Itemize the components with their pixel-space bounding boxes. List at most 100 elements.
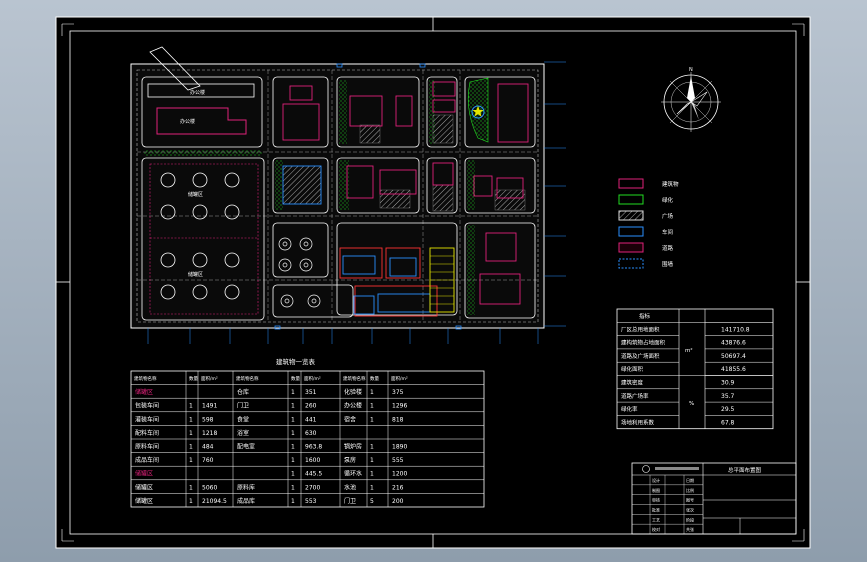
btable-header: 建筑物名称 (343, 375, 366, 382)
stats-row-value: 30.9 (721, 380, 735, 387)
btable-header: 面积/m² (304, 375, 321, 382)
btable-cell: 浴室 (237, 429, 249, 437)
tblock-label: 校对 (652, 526, 660, 532)
office-building-label: 办公楼 (180, 118, 195, 125)
tblock-label: 日期 (686, 477, 694, 483)
tblock-label: 批准 (652, 507, 660, 513)
btable-header: 面积/m² (201, 375, 218, 382)
building-table-title: 建筑物一览表 (276, 357, 316, 366)
btable-cell: 循环水 (344, 470, 362, 478)
btable-cell: 1 (189, 484, 193, 491)
tblock-label: 共张 (686, 526, 694, 532)
btable-cell: 441 (305, 416, 317, 423)
btable-header: 建筑物名称 (134, 375, 157, 382)
north-label: N (689, 67, 693, 73)
stats-row-label: 绿化面积 (621, 365, 644, 373)
btable-cell: 仓库 (237, 388, 249, 396)
btable-cell: 1296 (392, 403, 407, 410)
stats-row-label: 建筑密度 (621, 379, 644, 387)
btable-cell: 1 (189, 403, 193, 410)
stats-row-label: 厂区总用地面积 (621, 325, 660, 333)
legend-label: 围墙 (662, 260, 674, 268)
btable-cell: 484 (202, 444, 214, 451)
tblock-label: 阶段 (686, 516, 694, 522)
btable-cell: 成品车间 (135, 456, 159, 464)
stats-row-value: 67.8 (721, 419, 735, 426)
legend-label: 广场 (662, 212, 674, 220)
legend-label: 建筑物 (662, 180, 679, 188)
cad-drawing-canvas[interactable]: 办公楼 办公楼 储罐区 储罐区 N 建筑物绿化广场车间道路围墙 指标厂区总用地面… (0, 0, 867, 562)
tblock-label: 设计 (652, 477, 660, 483)
btable-cell: 1600 (305, 457, 320, 464)
btable-cell: 原料车间 (135, 443, 159, 451)
btable-cell: 成品库 (237, 497, 255, 505)
btable-cell: 办公楼 (344, 402, 362, 410)
btable-cell: 260 (305, 403, 317, 410)
btable-cell: 5060 (202, 484, 217, 491)
btable-cell: 1 (291, 457, 295, 464)
btable-cell: 760 (202, 457, 214, 464)
tblock-label: 张次 (686, 507, 694, 513)
btable-cell: 配料车间 (135, 429, 159, 437)
stats-header: 指标 (639, 312, 651, 320)
btable-cell: 1 (370, 416, 374, 423)
btable-cell: 门卫 (237, 402, 249, 410)
btable-cell: 1 (291, 498, 295, 505)
btable-header: 数量 (291, 375, 300, 382)
stats-row-label: 绿化率 (621, 405, 638, 413)
btable-header: 面积/m² (391, 375, 408, 382)
btable-cell: 化验楼 (344, 388, 362, 396)
stats-row-value: 141710.8 (721, 326, 750, 333)
btable-cell: 1 (291, 403, 295, 410)
btable-cell: 200 (392, 498, 404, 505)
tblock-label: 审核 (652, 497, 660, 503)
btable-cell: 锅炉房 (344, 443, 362, 451)
stats-row-value: 50697.4 (721, 353, 746, 360)
btable-cell: 1 (291, 430, 295, 437)
btable-cell: 1 (291, 471, 295, 478)
legend-swatch (618, 242, 644, 253)
tank-area-label-2: 储罐区 (188, 271, 203, 278)
title-block-caption: 总平面布置图 (728, 466, 762, 474)
btable-cell: 储罐区 (135, 470, 153, 478)
btable-header: 数量 (370, 375, 379, 382)
btable-cell: 963.8 (305, 444, 322, 451)
btable-cell: 351 (305, 389, 317, 396)
btable-cell: 630 (305, 430, 317, 437)
stats-unit-area: m² (685, 347, 693, 354)
btable-cell: 配电室 (237, 443, 255, 451)
workshop-c1[interactable] (282, 165, 322, 205)
btable-cell: 1 (370, 444, 374, 451)
btable-cell: 1200 (392, 471, 407, 478)
btable-cell: 375 (392, 389, 404, 396)
btable-header: 建筑物名称 (236, 375, 259, 382)
legend-swatch (618, 210, 644, 221)
btable-cell: 553 (305, 498, 317, 505)
btable-cell: 598 (202, 416, 214, 423)
stats-row-label: 建构筑物占地面积 (621, 339, 666, 347)
btable-cell: 1 (189, 498, 193, 505)
btable-cell: 储罐区 (135, 497, 153, 505)
stats-unit-pct: % (689, 401, 694, 407)
btable-cell: 宿舍 (344, 415, 356, 423)
btable-cell: 1 (291, 389, 295, 396)
btable-cell: 1 (189, 457, 193, 464)
site-plan[interactable]: 办公楼 办公楼 储罐区 储罐区 (130, 46, 566, 344)
btable-cell: 食堂 (237, 415, 249, 423)
btable-cell: 1 (291, 484, 295, 491)
btable-cell: 1 (189, 416, 193, 423)
btable-cell: 泵房 (344, 456, 356, 464)
btable-cell: 1 (189, 444, 193, 451)
btable-cell: 1218 (202, 430, 217, 437)
office-strip-label: 办公楼 (190, 89, 205, 96)
btable-cell: 445.5 (305, 471, 322, 478)
stats-row-value: 41855.6 (721, 366, 746, 373)
btable-cell: 555 (392, 457, 404, 464)
btable-cell: 储罐区 (135, 483, 153, 491)
btable-cell: 灌装车间 (135, 415, 159, 423)
btable-cell: 1491 (202, 403, 217, 410)
btable-cell: 5 (370, 498, 374, 505)
btable-cell: 包装车间 (135, 402, 159, 410)
btable-cell: 门卫 (344, 497, 356, 505)
btable-cell: 1 (370, 471, 374, 478)
